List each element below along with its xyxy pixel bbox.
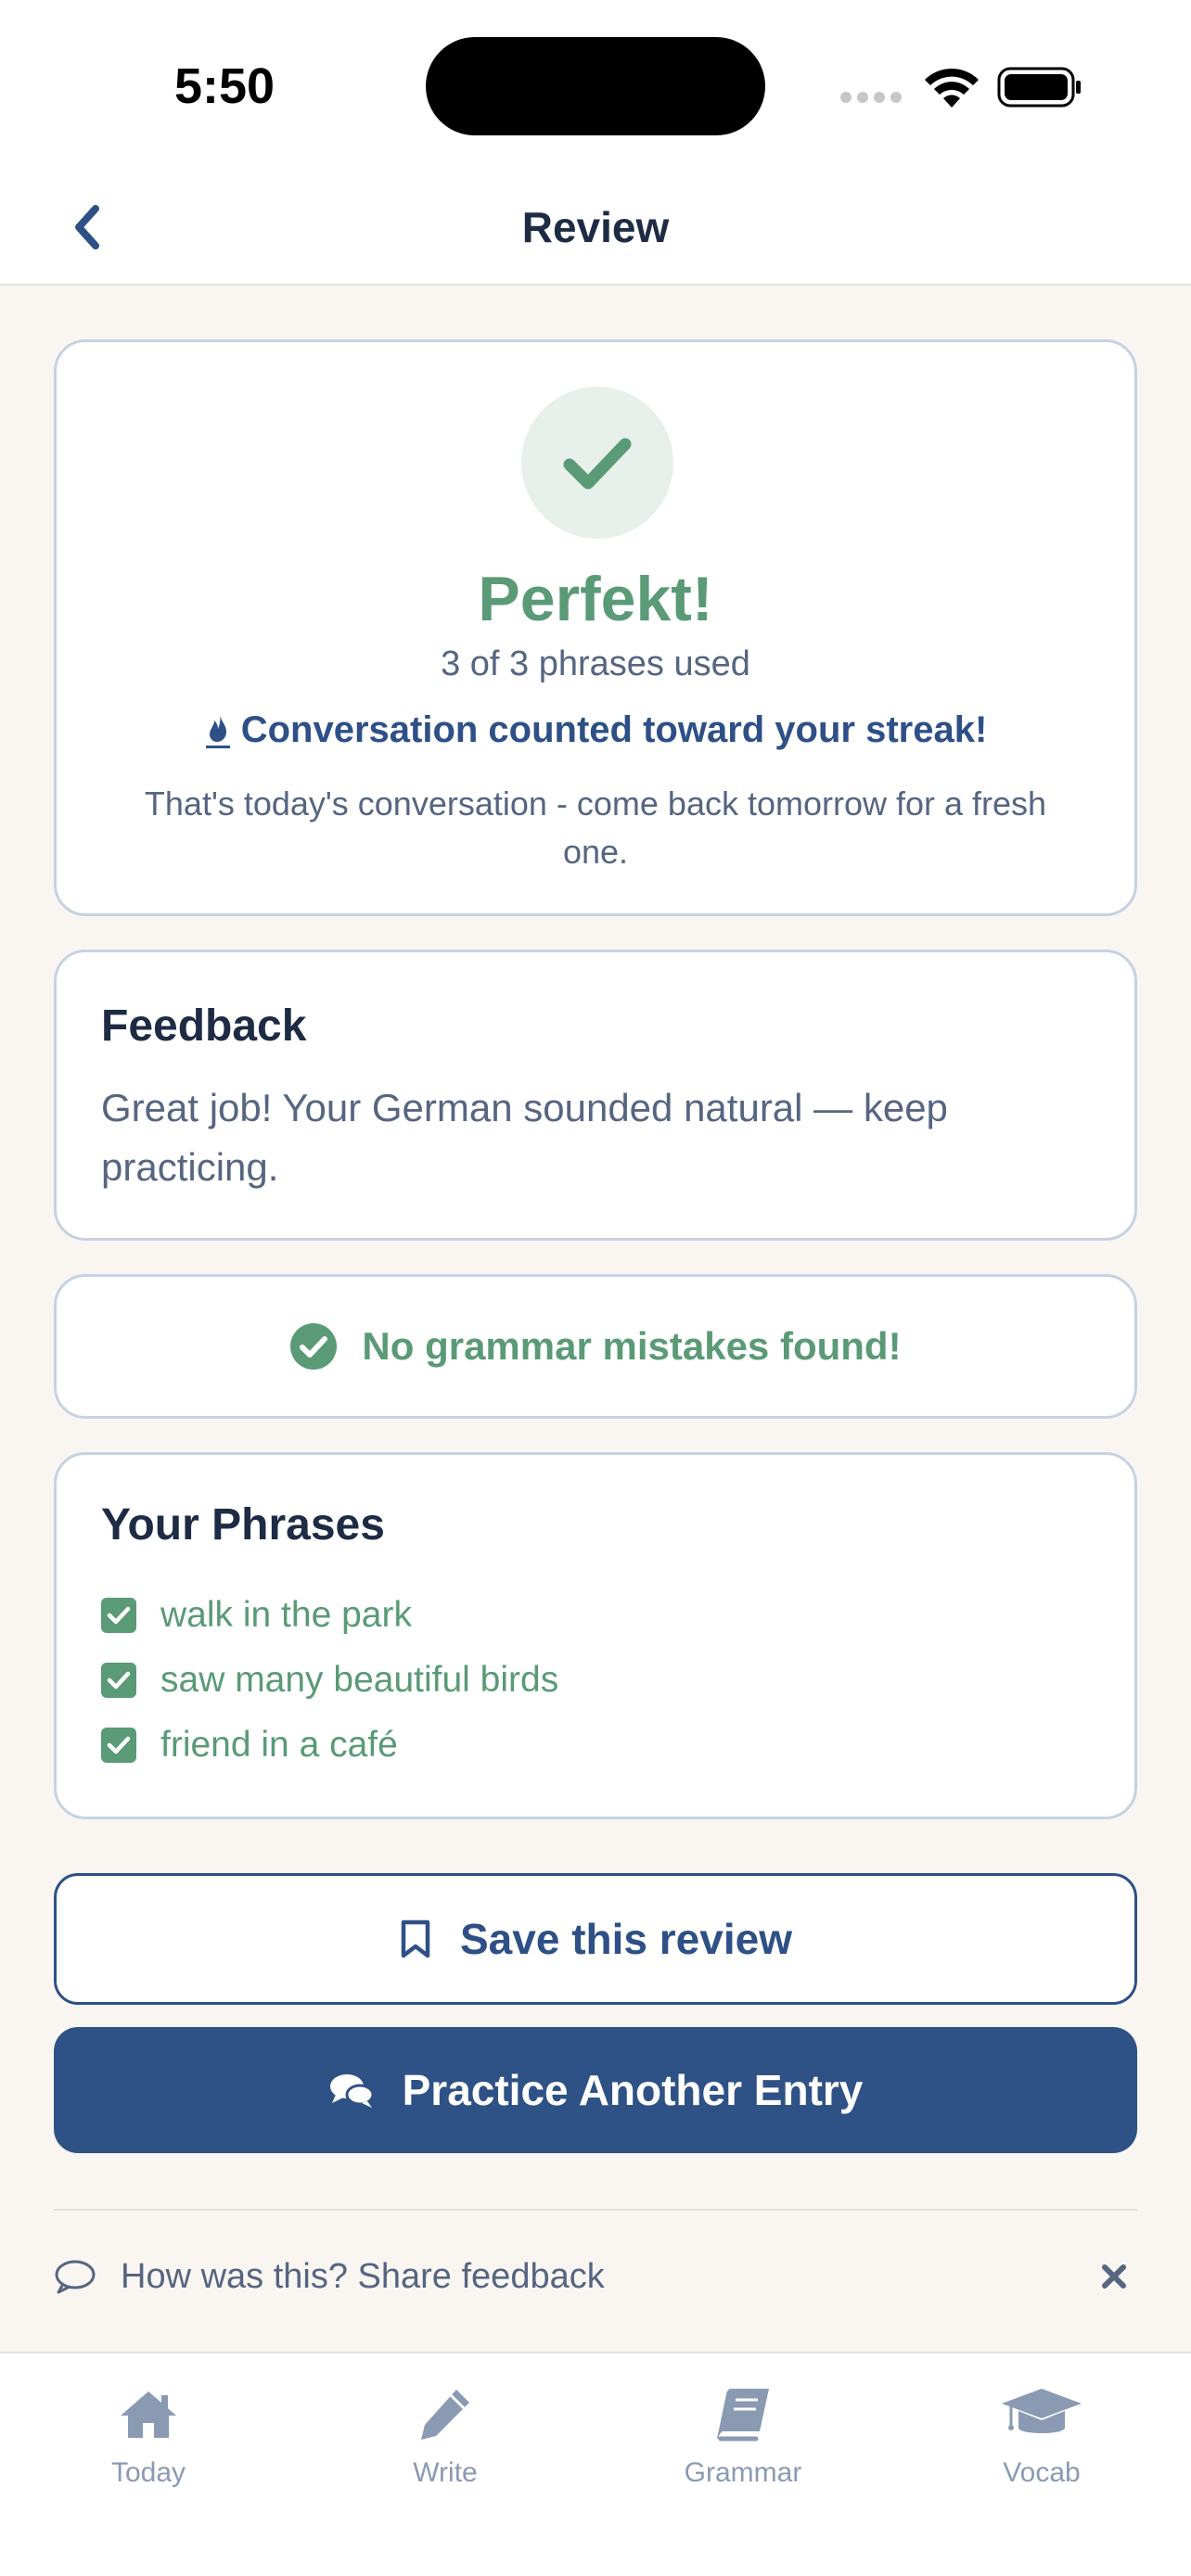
tab-grammar-label: Grammar — [684, 2457, 802, 2488]
chat-bubbles-icon — [329, 2074, 375, 2108]
wifi-icon — [925, 68, 979, 108]
checkbox-checked-icon — [101, 1598, 136, 1633]
grammar-status: No grammar mistakes found! — [362, 1324, 902, 1368]
close-icon — [1102, 2264, 1126, 2289]
phrase-item: walk in the park — [101, 1583, 558, 1648]
checkmark-icon — [563, 438, 632, 490]
save-review-label: Save this review — [460, 1915, 792, 1963]
tab-write-label: Write — [413, 2457, 478, 2488]
check-circle-icon — [290, 1323, 338, 1370]
result-message: That's today's conversation - come back … — [144, 784, 1047, 871]
tab-grammar[interactable]: Grammar — [650, 2379, 836, 2489]
share-feedback-link[interactable]: How was this? Share feedback — [121, 2257, 605, 2297]
status-bar: 5:50 — [0, 0, 1191, 176]
success-badge — [521, 387, 673, 539]
phrase-text: walk in the park — [160, 1595, 412, 1635]
tab-vocab[interactable]: Vocab — [949, 2379, 1134, 2489]
book-icon — [717, 2389, 769, 2442]
phrase-text: friend in a café — [160, 1725, 398, 1765]
phrase-text: saw many beautiful birds — [160, 1660, 559, 1700]
grammar-card: No grammar mistakes found! — [54, 1274, 1137, 1419]
feedback-text: Great job! Your German sounded natural —… — [101, 1086, 948, 1189]
phrases-title: Your Phrases — [101, 1500, 385, 1549]
feedback-card: Feedback Great job! Your German sounded … — [54, 950, 1137, 1241]
checkbox-checked-icon — [101, 1728, 136, 1763]
cellular-signal-icon — [840, 92, 902, 103]
battery-icon — [997, 67, 1081, 108]
share-feedback-row: How was this? Share feedback — [54, 2244, 1137, 2309]
bookmark-icon — [401, 1919, 430, 1958]
graduation-cap-icon — [1002, 2389, 1082, 2433]
status-time: 5:50 — [174, 58, 275, 114]
dynamic-island — [426, 37, 765, 135]
navigation-bar: Review — [0, 176, 1191, 286]
result-card: Perfekt! 3 of 3 phrases used Conversatio… — [54, 339, 1137, 916]
checkbox-checked-icon — [101, 1663, 136, 1698]
streak-message: Conversation counted toward your streak! — [57, 709, 1134, 751]
pencil-icon — [421, 2390, 469, 2440]
speech-bubble-icon — [55, 2260, 96, 2294]
divider — [54, 2209, 1137, 2211]
phrase-item: saw many beautiful birds — [101, 1648, 558, 1713]
tab-today-label: Today — [110, 2457, 186, 2488]
home-icon — [121, 2391, 176, 2438]
phrase-item: friend in a café — [101, 1713, 558, 1778]
review-screen: 5:50 Review Perfekt! 3 of 3 phrases used… — [0, 0, 1191, 2576]
practice-another-label: Practice Another Entry — [402, 2066, 864, 2114]
page-title: Review — [521, 203, 670, 251]
streak-text: Conversation counted toward your streak! — [240, 709, 988, 750]
tab-write[interactable]: Write — [352, 2379, 538, 2489]
tab-vocab-label: Vocab — [1003, 2457, 1081, 2488]
tab-bar: Today Write Grammar Vocab — [0, 2352, 1191, 2576]
dismiss-button[interactable] — [1091, 2253, 1137, 2300]
phrases-card: Your Phrases walk in the park saw many b… — [54, 1452, 1137, 1819]
practice-another-button[interactable]: Practice Another Entry — [54, 2027, 1137, 2153]
phrase-list: walk in the park saw many beautiful bird… — [101, 1583, 558, 1778]
feedback-title: Feedback — [101, 1001, 307, 1051]
tab-today[interactable]: Today — [56, 2379, 241, 2489]
save-review-button[interactable]: Save this review — [54, 1873, 1137, 2005]
phrases-used-count: 3 of 3 phrases used — [441, 644, 750, 683]
result-title: Perfekt! — [478, 564, 713, 634]
flame-icon — [205, 712, 230, 748]
